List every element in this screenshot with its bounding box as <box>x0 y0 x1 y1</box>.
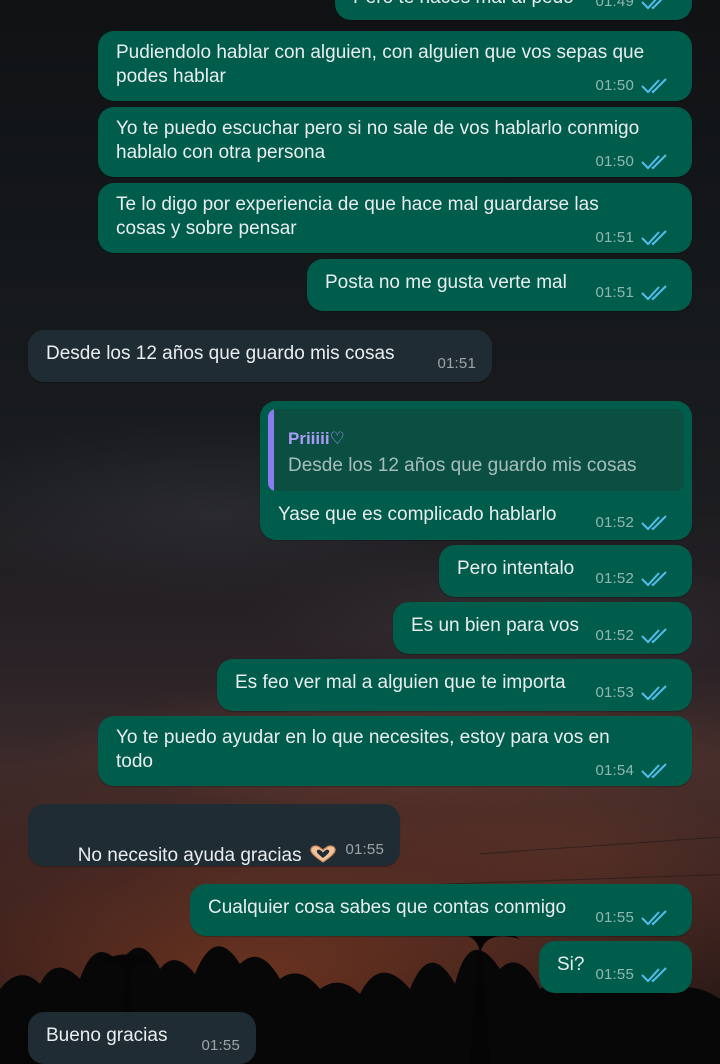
message-bubble-outgoing-reply[interactable]: Priiiii♡ Desde los 12 años que guardo mi… <box>260 401 692 540</box>
message-bubble-outgoing[interactable]: Posta no me gusta verte mal 01:51 <box>307 259 692 311</box>
quoted-message[interactable]: Priiiii♡ Desde los 12 años que guardo mi… <box>268 409 684 491</box>
message-text: Pero intentalo <box>457 558 575 579</box>
message-text: Pero te haces mal al pedo <box>353 0 574 10</box>
read-double-check-icon <box>641 285 667 301</box>
quoted-author: Priiiii♡ <box>288 429 345 448</box>
message-bubble-incoming[interactable]: No necesito ayuda gracias 01:55 <box>28 804 400 866</box>
message-bubble-outgoing[interactable]: Cualquier cosa sabes que contas conmigo … <box>190 884 692 936</box>
read-double-check-icon <box>641 515 667 531</box>
message-bubble-incoming[interactable]: Bueno gracias 01:55 <box>28 1012 256 1064</box>
heart-hands-icon <box>309 845 336 863</box>
message-bubble-outgoing[interactable]: Yo te puedo ayudar en lo que necesites, … <box>98 716 692 786</box>
message-time: 01:55 <box>345 841 384 858</box>
message-text: Yo te puedo ayudar en lo que necesites, … <box>116 727 610 772</box>
message-bubble-outgoing[interactable]: Te lo digo por experiencia de que hace m… <box>98 183 692 253</box>
read-double-check-icon <box>641 763 667 779</box>
message-time: 01:51 <box>595 284 634 301</box>
quote-accent-bar <box>268 409 274 491</box>
message-text: Es feo ver mal a alguien que te importa <box>235 672 566 693</box>
message-bubble-incoming[interactable]: Desde los 12 años que guardo mis cosas 0… <box>28 330 492 382</box>
message-bubble-outgoing[interactable]: Pero intentalo 01:52 <box>439 545 692 597</box>
message-meta: 01:54 <box>595 759 670 783</box>
message-time: 01:54 <box>595 762 634 779</box>
message-meta: 01:55 <box>345 838 384 862</box>
message-text: Yo te puedo escuchar pero si no sale de … <box>116 118 640 163</box>
message-text: Yase que es complicado hablarlo <box>278 504 557 525</box>
message-meta: 01:52 <box>595 511 670 535</box>
message-text: Pudiendolo hablar con alguien, con algui… <box>116 42 645 87</box>
message-time: 01:51 <box>595 229 634 246</box>
message-text: No necesito ayuda gracias <box>46 820 338 892</box>
message-text: Posta no me gusta verte mal <box>325 272 567 293</box>
message-time: 01:55 <box>595 909 634 926</box>
message-meta: 01:51 <box>595 226 670 250</box>
message-text-content: No necesito ayuda gracias <box>77 845 302 866</box>
message-time: 01:52 <box>595 570 634 587</box>
message-meta: 01:55 <box>595 906 670 930</box>
read-double-check-icon <box>641 685 667 701</box>
message-text: Bueno gracias <box>46 1025 168 1046</box>
message-text: Cualquier cosa sabes que contas conmigo <box>208 897 567 918</box>
read-double-check-icon <box>641 78 667 94</box>
message-text: Te lo digo por experiencia de que hace m… <box>116 194 599 239</box>
message-bubble-outgoing[interactable]: Yo te puedo escuchar pero si no sale de … <box>98 107 692 177</box>
message-meta: 01:52 <box>595 567 670 591</box>
message-time: 01:55 <box>595 966 634 983</box>
message-time: 01:50 <box>595 77 634 94</box>
read-double-check-icon <box>641 910 667 926</box>
message-bubble-outgoing[interactable]: Es feo ver mal a alguien que te importa … <box>217 659 692 711</box>
read-double-check-icon <box>641 571 667 587</box>
read-double-check-icon <box>641 154 667 170</box>
read-double-check-icon <box>641 230 667 246</box>
message-time: 01:53 <box>595 684 634 701</box>
read-double-check-icon <box>641 967 667 983</box>
message-meta: 01:50 <box>595 74 670 98</box>
message-meta: 01:53 <box>595 681 670 705</box>
message-time: 01:55 <box>201 1037 240 1054</box>
message-time: 01:50 <box>595 153 634 170</box>
message-time: 01:49 <box>595 0 634 10</box>
message-text: Si? <box>557 954 585 975</box>
message-meta: 01:51 <box>437 352 476 376</box>
message-text: Es un bien para vos <box>411 615 579 636</box>
message-bubble-outgoing[interactable]: Pudiendolo hablar con alguien, con algui… <box>98 31 692 101</box>
message-meta: 01:55 <box>201 1034 240 1058</box>
message-text: Desde los 12 años que guardo mis cosas <box>46 343 395 364</box>
message-list[interactable]: Pero te haces mal al pedo 01:49 Pudiendo… <box>0 0 720 1064</box>
message-meta: 01:55 <box>595 963 670 987</box>
message-bubble-outgoing[interactable]: Pero te haces mal al pedo 01:49 <box>335 0 692 20</box>
read-double-check-icon <box>641 628 667 644</box>
message-time: 01:51 <box>437 355 476 372</box>
message-meta: 01:51 <box>595 281 670 305</box>
message-bubble-outgoing[interactable]: Es un bien para vos 01:52 <box>393 602 692 654</box>
message-time: 01:52 <box>595 627 634 644</box>
read-double-check-icon <box>641 0 663 10</box>
message-time: 01:52 <box>595 514 634 531</box>
message-bubble-outgoing[interactable]: Si? 01:55 <box>539 941 692 993</box>
message-meta: 01:50 <box>595 150 670 174</box>
message-meta: 01:52 <box>595 624 670 648</box>
message-meta: 01:49 <box>595 0 670 14</box>
quoted-text: Desde los 12 años que guardo mis cosas <box>288 455 637 476</box>
